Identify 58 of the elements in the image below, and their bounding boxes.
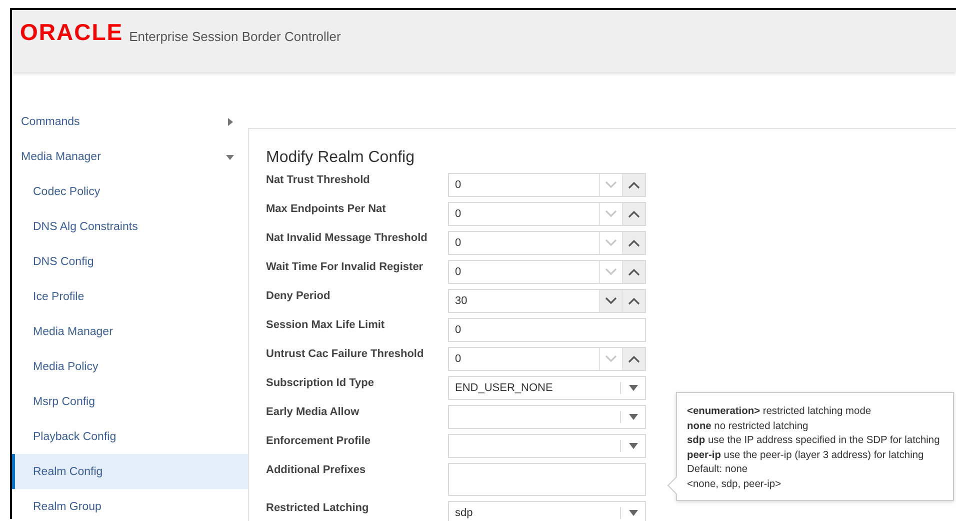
field-label: Subscription Id Type — [266, 376, 375, 391]
field-label: Enforcement Profile — [266, 434, 372, 449]
sidebar-item[interactable]: Playback Config — [12, 419, 248, 454]
dropdown-caret-icon — [628, 385, 638, 391]
sidebar-item[interactable]: DNS Alg Constraints — [12, 209, 248, 244]
dropdown-caret-icon — [628, 510, 638, 516]
field-label: Max Endpoints Per Nat — [266, 202, 387, 217]
sidebar-item[interactable]: Realm Group — [12, 489, 248, 521]
sidebar-item[interactable]: Commands — [12, 104, 248, 139]
tooltip-text: Default: none — [687, 463, 749, 477]
tooltip-text: <none, sdp, peer-ip> — [687, 478, 782, 492]
number-spinner-field[interactable]: 0 — [448, 202, 646, 226]
sidebar-item[interactable]: Media Manager — [12, 139, 248, 174]
increment-icon[interactable] — [622, 232, 645, 254]
field-label: Session Max Life Limit — [266, 318, 386, 333]
collapse-triangle-icon — [226, 152, 234, 160]
field-label: Nat Invalid Message Threshold — [266, 231, 428, 246]
number-spinner-field[interactable]: 30 — [448, 289, 646, 313]
decrement-icon[interactable] — [599, 290, 622, 312]
increment-icon[interactable] — [622, 348, 645, 370]
field-label: Early Media Allow — [266, 405, 360, 420]
dropdown-field[interactable]: sdp — [448, 501, 646, 521]
number-spinner-field[interactable]: 0 — [448, 173, 646, 197]
increment-icon[interactable] — [622, 174, 645, 196]
tooltip-text: peer-ip use the peer-ip (layer 3 address) for latching — [687, 448, 925, 462]
increment-icon[interactable] — [622, 290, 645, 312]
field-label: Restricted Latching — [266, 501, 370, 516]
dropdown-caret-icon — [628, 443, 638, 449]
field-label: Deny Period — [266, 289, 332, 304]
tooltip-text: <enumeration> restricted latching mode — [687, 405, 872, 419]
sidebar-item[interactable]: Media Policy — [12, 349, 248, 384]
sidebar-item[interactable]: Media Manager — [12, 314, 248, 349]
dropdown-caret-icon — [628, 414, 638, 420]
sidebar-item[interactable]: Msrp Config — [12, 384, 248, 419]
number-spinner-field[interactable]: 0 — [448, 347, 646, 371]
dropdown-field[interactable] — [448, 434, 646, 458]
tooltip-text: sdp use the IP address specified in the SDP for latching — [687, 434, 941, 448]
sidebar-item[interactable]: DNS Config — [12, 244, 248, 279]
dropdown-field[interactable] — [448, 405, 646, 429]
increment-icon[interactable] — [622, 261, 645, 283]
form-title: Modify Realm Config — [266, 149, 416, 167]
expand-triangle-icon — [226, 118, 234, 126]
dropdown-field[interactable]: END_USER_NONE — [448, 376, 646, 400]
number-spinner-field[interactable]: 0 — [448, 231, 646, 255]
text-field[interactable]: 0 — [448, 318, 646, 342]
logo: ORACLE — [20, 20, 124, 44]
tooltip-text: none no restricted latching — [687, 420, 810, 434]
field-label: Wait Time For Invalid Register — [266, 260, 424, 275]
sidebar-item[interactable]: Realm Config — [12, 454, 248, 489]
sidebar-item[interactable]: Ice Profile — [12, 279, 248, 314]
field-label: Untrust Cac Failure Threshold — [266, 347, 425, 362]
app-title: Enterprise Session Border Controller — [129, 29, 341, 44]
increment-icon[interactable] — [622, 203, 645, 225]
sidebar-item[interactable]: Codec Policy — [12, 174, 248, 209]
number-spinner-field[interactable]: 0 — [448, 260, 646, 284]
text-area[interactable] — [448, 463, 646, 496]
field-label: Nat Trust Threshold — [266, 173, 371, 188]
field-label: Additional Prefixes — [266, 463, 367, 478]
